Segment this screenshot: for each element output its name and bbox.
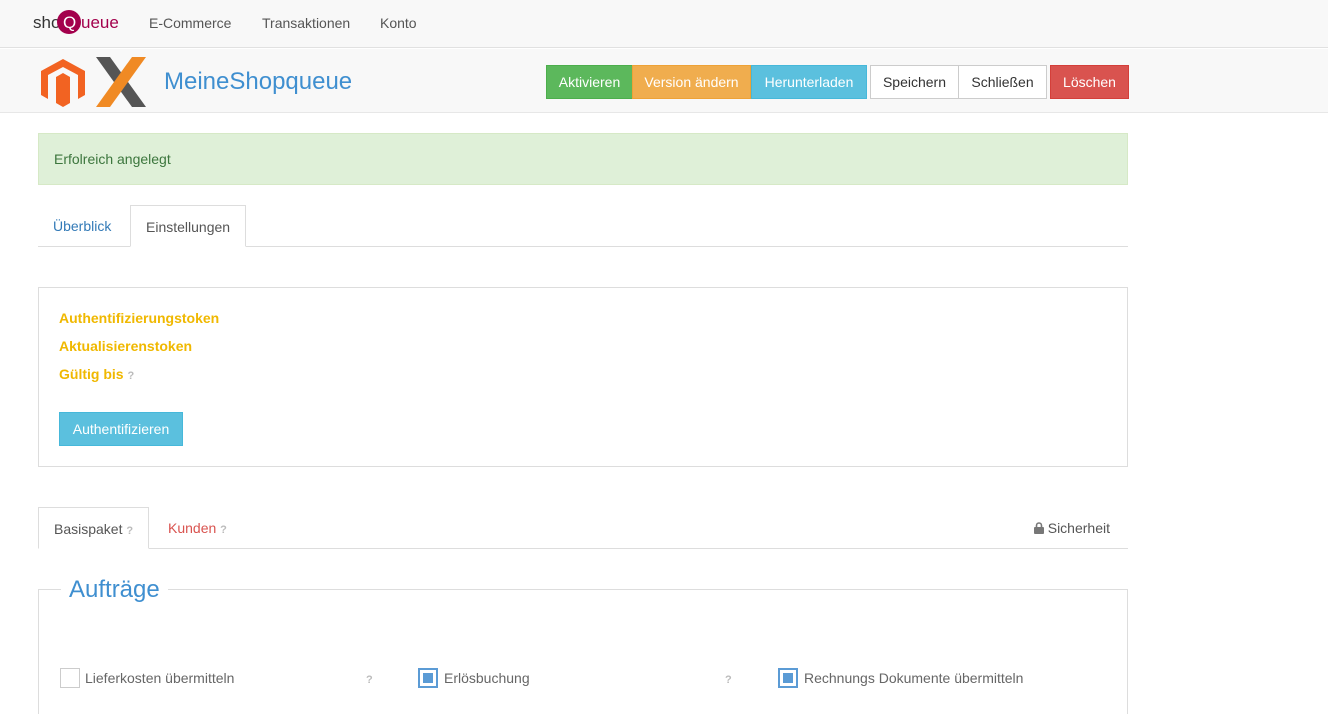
logo-text-q: Q bbox=[63, 13, 77, 32]
lock-icon bbox=[1033, 522, 1044, 534]
valid-until-row: Gültig bis ? bbox=[59, 366, 134, 382]
checkbox-erloesbuchung-label: Erlösbuchung bbox=[444, 670, 530, 686]
checkbox-rechnungs-dokumente[interactable] bbox=[778, 668, 798, 688]
tab-settings[interactable]: Einstellungen bbox=[130, 205, 247, 247]
tab-kunden-label: Kunden bbox=[168, 520, 217, 536]
checkbox-rechnungs-dokumente-label: Rechnungs Dokumente übermitteln bbox=[804, 670, 1024, 686]
x-icon bbox=[96, 57, 146, 107]
shop-title: MeineShopqueue bbox=[164, 68, 353, 95]
nav-link-konto[interactable]: Konto bbox=[380, 15, 417, 31]
magento-icon bbox=[41, 59, 85, 107]
help-icon[interactable]: ? bbox=[366, 674, 373, 686]
checkbox-erloesbuchung[interactable] bbox=[418, 668, 438, 688]
nav-link-ecommerce[interactable]: E-Commerce bbox=[149, 15, 231, 31]
top-navbar: shop Q ueue E-Commerce Transaktionen Kon… bbox=[0, 0, 1328, 48]
orders-legend: Aufträge bbox=[61, 576, 168, 604]
help-icon[interactable]: ? bbox=[127, 370, 134, 382]
checkbox-lieferkosten[interactable] bbox=[60, 668, 80, 688]
auth-token-label: Authentifizierungstoken bbox=[59, 310, 220, 326]
main-tabs: Überblick Einstellungen bbox=[38, 205, 1128, 247]
shopqueue-logo[interactable]: shop Q ueue bbox=[33, 8, 125, 38]
security-link[interactable]: Sicherheit bbox=[1033, 520, 1110, 536]
security-label: Sicherheit bbox=[1047, 520, 1110, 536]
authenticate-button[interactable]: Authentifizieren bbox=[59, 412, 183, 446]
alert-message: Erfolreich angelegt bbox=[54, 151, 171, 167]
valid-until-label: Gültig bis bbox=[59, 366, 124, 382]
save-button[interactable]: Speichern bbox=[870, 65, 959, 99]
orders-fieldset: Aufträge Lieferkosten übermitteln ? Erlö… bbox=[38, 576, 1128, 714]
tab-basispaket-label: Basispaket bbox=[54, 521, 123, 537]
checkbox-lieferkosten-label: Lieferkosten übermitteln bbox=[85, 670, 235, 686]
help-icon[interactable]: ? bbox=[220, 524, 227, 536]
auth-panel: Authentifizierungstoken Aktualisierensto… bbox=[38, 287, 1128, 467]
refresh-token-label: Aktualisierenstoken bbox=[59, 338, 193, 354]
help-icon[interactable]: ? bbox=[725, 674, 732, 686]
tab-kunden[interactable]: Kunden ? bbox=[153, 507, 242, 549]
success-alert: Erfolreich angelegt bbox=[38, 133, 1128, 185]
tab-basispaket[interactable]: Basispaket ? bbox=[38, 507, 150, 549]
nav-link-transaktionen[interactable]: Transaktionen bbox=[262, 15, 350, 31]
change-version-button[interactable]: Version ändern bbox=[632, 65, 751, 99]
tab-overview[interactable]: Überblick bbox=[38, 205, 126, 247]
download-button[interactable]: Herunterladen bbox=[751, 65, 867, 99]
help-icon[interactable]: ? bbox=[126, 525, 133, 537]
close-button[interactable]: Schließen bbox=[958, 65, 1047, 99]
delete-button[interactable]: Löschen bbox=[1050, 65, 1129, 99]
logo-text-ueue: ueue bbox=[81, 13, 119, 32]
activate-button[interactable]: Aktivieren bbox=[546, 65, 633, 99]
page-header: MeineShopqueue Aktivieren Version ändern… bbox=[0, 49, 1328, 113]
settings-tabs: Basispaket ? Kunden ? Sicherheit bbox=[38, 507, 1128, 549]
